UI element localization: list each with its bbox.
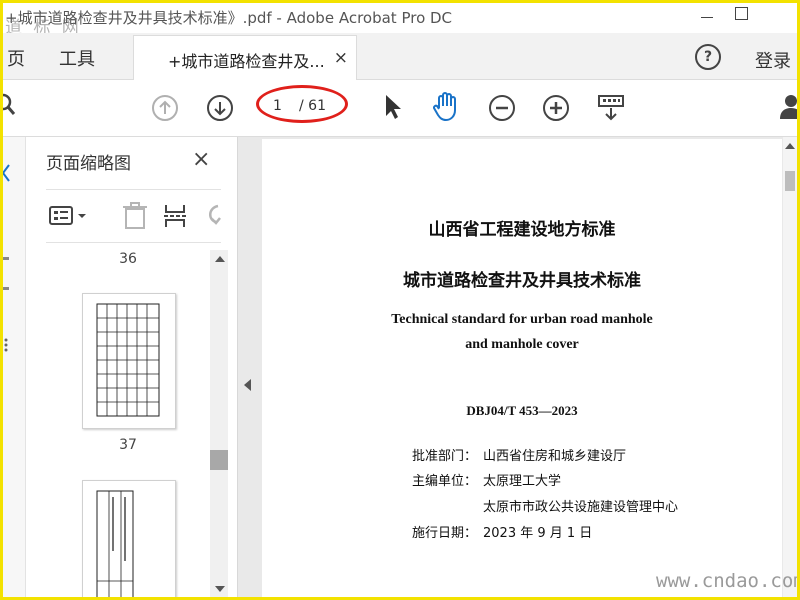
tab-bar: 页 工具 +城市道路检查井及... × ? 登录 [3,33,797,80]
scroll-up-icon[interactable] [785,143,795,149]
undo-icon[interactable] [202,202,224,230]
login-button[interactable]: 登录 [755,47,791,73]
scroll-down-icon[interactable] [215,586,225,592]
share-user-icon[interactable] [779,92,800,122]
app-window: +城市道路检查井及井具技术标准》.pdf - Adobe Acrobat Pro… [0,0,800,600]
thumbnail-label: 36 [119,251,137,267]
select-arrow-icon[interactable] [381,92,403,122]
panel-close-icon[interactable]: × [192,147,210,172]
extract-icon[interactable] [162,202,190,230]
doc-title-line1: 山西省工程建设地方标准 [428,220,616,240]
approve-value: 山西省住房和城乡建设厅 [483,449,627,464]
rail-mark [3,287,9,290]
scrollbar-thumb[interactable] [210,450,228,470]
doc-english-title-2: and manhole cover [465,337,579,352]
search-icon[interactable] [0,92,19,118]
maximize-icon [734,6,748,20]
editor-value-1: 太原理工大学 [483,474,562,489]
keyboard-icon[interactable] [597,94,627,124]
title-bar: +城市道路检查井及井具技术标准》.pdf - Adobe Acrobat Pro… [3,3,797,38]
doc-standard-code: DBJ04/T 453—2023 [466,403,578,418]
thumbnail-page-37[interactable] [82,480,176,597]
panel-splitter[interactable] [238,137,260,597]
rail-mark [3,257,9,260]
page-up-icon[interactable] [151,94,179,122]
document-scrollbar[interactable] [783,137,797,597]
editor-value-2: 太原市市政公共设施建设管理中心 [483,500,679,515]
thumbnail-content [96,303,160,417]
thumbnail-page-36[interactable] [82,293,176,429]
toolbar: 1 / 61 [3,80,797,137]
document-tab-label: +城市道路检查井及... [168,52,325,71]
help-icon[interactable]: ? [695,44,721,70]
panel-toggle-icon[interactable] [1,163,11,183]
doc-title-line2: 城市道路检查井及井具技术标准 [403,271,641,291]
approve-label: 批准部门： [412,449,478,464]
editor-label: 主编单位： [412,474,478,489]
scroll-up-icon[interactable] [215,256,225,262]
date-label: 施行日期： [412,526,478,541]
scrollbar-thumb[interactable] [785,171,795,191]
menu-home[interactable]: 页 [7,45,25,71]
zoom-out-icon[interactable] [488,94,516,122]
panel-toolbar [46,189,221,243]
document-viewer: 山西省工程建设地方标准 城市道路检查井及井具技术标准 Technical sta… [260,137,797,597]
left-rail [3,137,26,597]
document-tab[interactable]: +城市道路检查井及... × [133,35,357,80]
delete-page-icon[interactable] [122,202,148,230]
zoom-in-icon[interactable] [542,94,570,122]
thumbnail-label: 37 [119,437,137,453]
hand-tool-icon[interactable] [431,91,463,123]
thumbnail-list: 36 37 [26,247,211,597]
page-down-icon[interactable] [206,94,234,122]
thumbnail-content [96,490,134,597]
collapse-left-icon[interactable] [244,379,251,391]
panel-title: 页面缩略图 [46,154,131,174]
tab-close-icon[interactable]: × [334,48,348,68]
highlight-annotation [256,85,348,123]
page-options-icon[interactable] [48,204,90,228]
date-value: 2023 年 9 月 1 日 [483,526,593,541]
document-page: 山西省工程建设地方标准 城市道路检查井及井具技术标准 Technical sta… [262,139,782,597]
thumbnail-panel: 页面缩略图 × 36 37 [26,137,238,597]
doc-english-title-1: Technical standard for urban road manhol… [391,312,653,327]
site-watermark-bottom: www.cndao.com [656,570,800,592]
menu-tools[interactable]: 工具 [59,45,95,71]
maximize-button[interactable] [721,3,761,31]
thumbnail-scrollbar[interactable] [210,250,228,597]
more-options-icon[interactable] [3,337,11,353]
minimize-icon [701,16,713,18]
